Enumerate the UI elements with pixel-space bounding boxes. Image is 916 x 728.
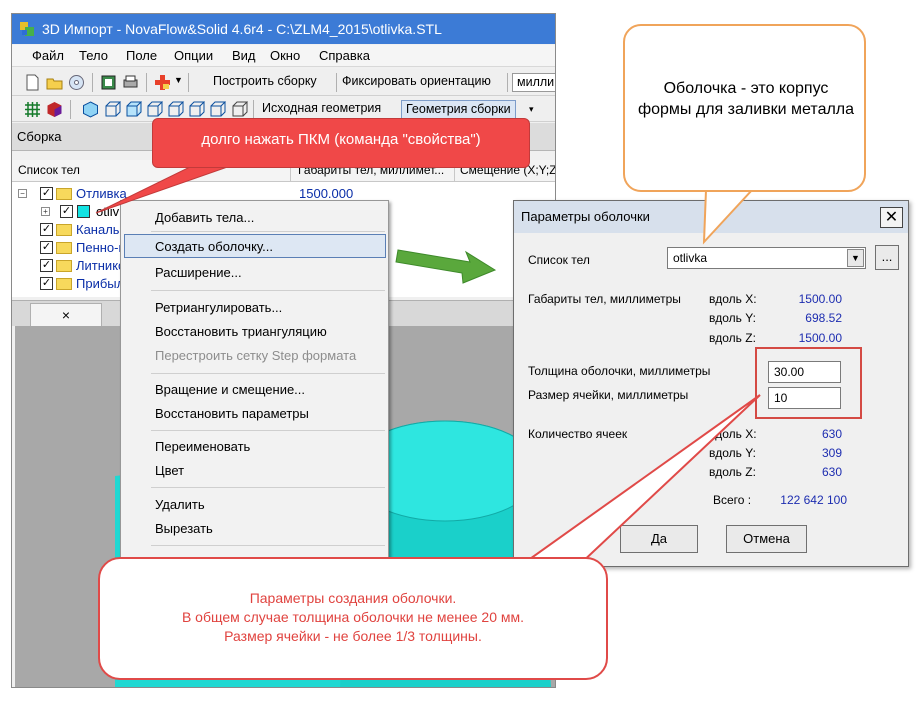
params-hint-line1: Параметры создания оболочки.: [249, 590, 457, 606]
bottom-callout-pointer: [516, 394, 761, 567]
shell-definition-callout: Оболочка - это корпус формы для заливки …: [623, 24, 866, 192]
params-hint-line2: В общем случае толщина оболочки не менее…: [181, 609, 525, 625]
rmb-hint-text: долго нажать ПКМ (команда "свойства"): [201, 131, 481, 148]
top-callout-pointer: [95, 163, 237, 214]
shell-definition-text: Оболочка - это корпус формы для заливки …: [637, 80, 855, 118]
green-arrow-icon: [395, 249, 497, 284]
rmb-hint-callout: долго нажать ПКМ (команда "свойства"): [152, 118, 530, 168]
orange-callout-pointer: [702, 189, 755, 245]
params-hint-line3: Размер ячейки - не более 1/3 толщины.: [224, 628, 482, 644]
params-hint-callout: Параметры создания оболочки. В общем слу…: [98, 557, 608, 680]
